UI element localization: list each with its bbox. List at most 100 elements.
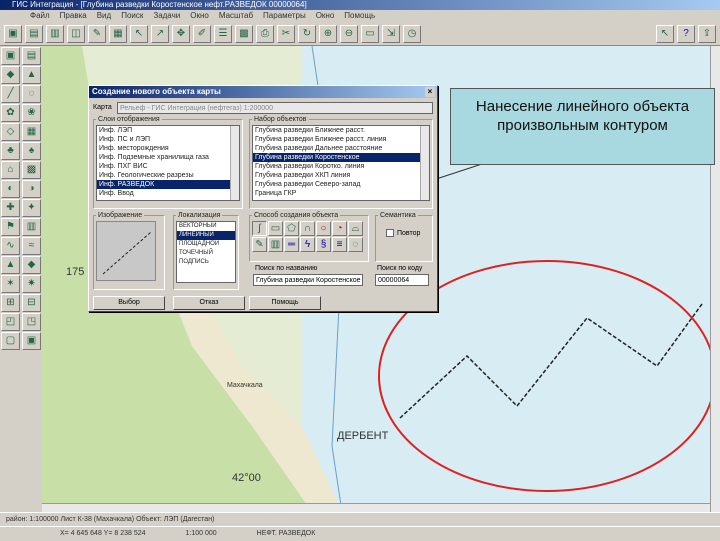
tool-icon[interactable]: ▦ <box>22 123 41 141</box>
tool-icon[interactable]: ◌ <box>22 85 41 103</box>
tool-icon[interactable]: ◐ <box>1 180 20 198</box>
menu-search[interactable]: Поиск <box>121 10 143 22</box>
double-line-icon[interactable]: ≡ <box>332 237 347 252</box>
menu-edit[interactable]: Правка <box>60 10 87 22</box>
frame-icon[interactable]: ▭ <box>361 25 379 43</box>
horizontal-scrollbar[interactable] <box>42 503 710 512</box>
draw-icon[interactable]: ✐ <box>193 25 211 43</box>
export-icon[interactable]: ⇪ <box>698 25 716 43</box>
tool-icon[interactable]: ✶ <box>1 275 20 293</box>
zoomout-icon[interactable]: ⊖ <box>340 25 358 43</box>
tool-icon[interactable]: ✷ <box>22 275 41 293</box>
list-item[interactable]: Глубина разведки ХКП линия <box>253 171 429 180</box>
car-icon[interactable]: ⌓ <box>348 221 363 236</box>
list-item[interactable]: ВЕКТОРНЫЙ <box>177 222 235 231</box>
tool-icon[interactable]: ⊞ <box>1 294 20 312</box>
info-icon[interactable]: ? <box>677 25 695 43</box>
list-item[interactable]: ТОЧЕЧНЫЙ <box>177 249 235 258</box>
help-button[interactable]: Помощь <box>249 296 321 310</box>
objects-list[interactable]: Глубина разведки Ближнее расст. Глубина р… <box>252 125 430 201</box>
scrollbar[interactable] <box>420 126 429 200</box>
arrow-help-icon[interactable]: ↖ <box>656 25 674 43</box>
tool-icon[interactable]: ▤ <box>22 47 41 65</box>
list-item[interactable]: Инф. Геологические разрезы <box>97 171 239 180</box>
edit-icon[interactable]: ✎ <box>88 25 106 43</box>
refresh-icon[interactable]: ↻ <box>298 25 316 43</box>
list-item[interactable]: Инф. Ввод <box>97 189 239 198</box>
menu-view[interactable]: Вид <box>97 10 111 22</box>
tool-icon[interactable]: ▣ <box>22 332 41 350</box>
tool-icon[interactable]: ∿ <box>1 237 20 255</box>
localization-list[interactable]: ВЕКТОРНЫЙ ЛИНЕЙНЫЙ ПЛОЩАДНОЙ ТОЧЕЧНЫЙ ПОДПИС… <box>176 221 236 283</box>
select-icon[interactable]: ↖ <box>130 25 148 43</box>
rectangle-icon[interactable]: ▭ <box>268 221 283 236</box>
zigzag-icon[interactable]: ϟ <box>300 237 315 252</box>
repeat-checkbox[interactable] <box>386 229 394 237</box>
measure-icon[interactable]: ⇲ <box>382 25 400 43</box>
search-code-input[interactable]: 00000064 <box>375 274 429 286</box>
tool-icon[interactable]: ◑ <box>22 180 41 198</box>
print-icon[interactable]: ⎙ <box>256 25 274 43</box>
brush-icon[interactable]: ✎ <box>252 237 267 252</box>
list-item[interactable]: Граница ГКР <box>253 189 429 198</box>
tool-icon[interactable]: ✚ <box>1 199 20 217</box>
search-name-input[interactable]: Глубина разведки Коростенское <box>253 274 363 286</box>
circle-icon[interactable]: ○ <box>316 221 331 236</box>
list-item[interactable]: Глубина разведки Северо-запад <box>253 180 429 189</box>
tool-icon[interactable]: ◳ <box>22 313 41 331</box>
layers-list[interactable]: Инф. ЛЭП Инф. ПС и ЛЭП Инф. месторождения И… <box>96 125 240 201</box>
circle-arrow-icon[interactable]: ◔ <box>332 221 347 236</box>
layers-icon[interactable]: ◫ <box>67 25 85 43</box>
list-item[interactable]: Инф. ПС и ЛЭП <box>97 135 239 144</box>
polygon-icon[interactable]: ⬠ <box>284 221 299 236</box>
list-item[interactable]: Инф. ПХГ ВИС <box>97 162 239 171</box>
cancel-button[interactable]: Отказ <box>173 296 245 310</box>
save-icon[interactable]: ▥ <box>46 25 64 43</box>
move-icon[interactable]: ✥ <box>172 25 190 43</box>
list-item[interactable]: Глубина разведки Ближнее расст. линия <box>253 135 429 144</box>
list-item[interactable]: ПЛОЩАДНОЙ <box>177 240 235 249</box>
list-item[interactable]: Глубина разведки Дальнее расстояние <box>253 144 429 153</box>
copy-icon[interactable]: ▤ <box>25 25 43 43</box>
spiral-icon[interactable]: § <box>316 237 331 252</box>
close-button[interactable]: × <box>425 87 435 97</box>
scrollbar[interactable] <box>230 126 239 200</box>
tool-icon[interactable]: ❀ <box>22 104 41 122</box>
list-item[interactable]: Инф. месторождения <box>97 144 239 153</box>
tool-icon[interactable]: ▣ <box>1 47 20 65</box>
list-item-selected[interactable]: Глубина разведки Коростенское <box>253 153 429 162</box>
tool-icon[interactable]: ♣ <box>1 142 20 160</box>
map-select[interactable]: Рельеф - ГИС Интеграция (нефтегаз) 1:200… <box>117 102 433 114</box>
tool-icon[interactable]: ≈ <box>22 237 41 255</box>
menu-window2[interactable]: Окно <box>316 10 335 22</box>
tool-icon[interactable]: ▲ <box>22 66 41 84</box>
list-item-selected[interactable]: ЛИНЕЙНЫЙ <box>177 231 235 240</box>
menu-tasks[interactable]: Задачи <box>153 10 180 22</box>
list-item[interactable]: ПОДПИСЬ <box>177 258 235 267</box>
ok-button[interactable]: Выбор <box>93 296 165 310</box>
dotted-circle-icon[interactable]: ◌ <box>348 237 363 252</box>
tool-icon[interactable]: ◇ <box>1 123 20 141</box>
tool-icon[interactable]: ▥ <box>22 218 41 236</box>
menu-window[interactable]: Окно <box>190 10 209 22</box>
doc-icon[interactable]: ▦ <box>109 25 127 43</box>
tool-icon[interactable]: ◰ <box>1 313 20 331</box>
tool-icon[interactable]: ▲ <box>1 256 20 274</box>
grid-icon[interactable]: ☰ <box>214 25 232 43</box>
tool-icon[interactable]: ⚑ <box>1 218 20 236</box>
tool-icon[interactable]: ✦ <box>22 199 41 217</box>
menu-params[interactable]: Параметры <box>263 10 306 22</box>
hatch-icon[interactable]: ▥ <box>268 237 283 252</box>
tool-icon[interactable]: ╱ <box>1 85 20 103</box>
table-icon[interactable]: ▩ <box>235 25 253 43</box>
list-item-selected[interactable]: Инф. РАЗВЕДОК <box>97 180 239 189</box>
list-item[interactable]: Глубина разведки Коротко. линия <box>253 162 429 171</box>
parallel-icon[interactable]: ═ <box>284 237 299 252</box>
select2-icon[interactable]: ↗ <box>151 25 169 43</box>
curve-icon[interactable]: ∩ <box>300 221 315 236</box>
tool-icon[interactable]: ◆ <box>1 66 20 84</box>
tool-icon[interactable]: ♠ <box>22 142 41 160</box>
cut-icon[interactable]: ✂ <box>277 25 295 43</box>
tool-icon[interactable]: ✿ <box>1 104 20 122</box>
tool-icon[interactable]: ⊟ <box>22 294 41 312</box>
